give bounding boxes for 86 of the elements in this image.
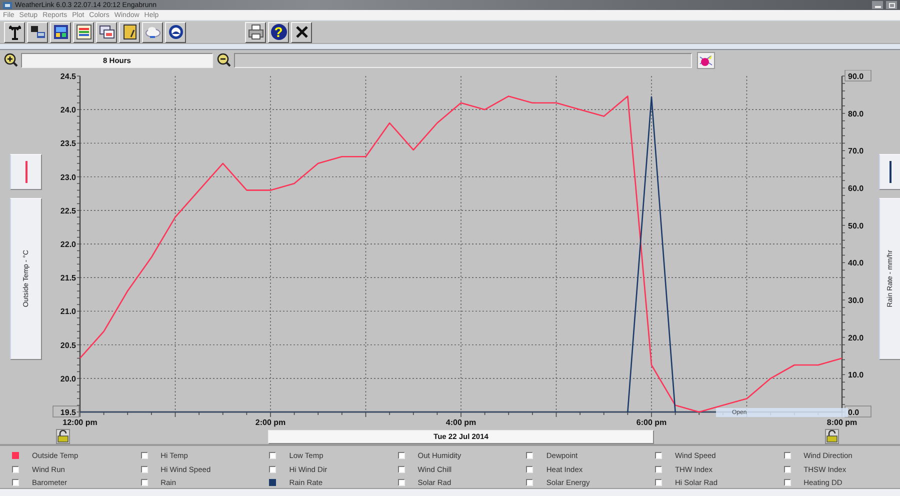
series-checkbox[interactable]: [654, 452, 662, 460]
series-checkbox[interactable]: [12, 466, 19, 473]
axis-tick-label: 30.0: [848, 296, 864, 305]
axis-tick-label: 90.0: [848, 72, 864, 81]
axis-tick-label: 60.0: [848, 184, 864, 193]
axis-tick-label: 24.0: [60, 106, 76, 115]
axis-tick-label: 24.5: [60, 72, 76, 81]
line-sample-icon: [888, 161, 892, 183]
axis-tick-label: 80.0: [848, 109, 864, 118]
axis-tick-label: 21.0: [60, 307, 76, 316]
axis-tick-label: 8:00 pm: [826, 418, 858, 427]
series-checkbox[interactable]: [140, 479, 148, 486]
axis-tick-label: 2:00 pm: [255, 418, 286, 427]
axis-tick-label: 70.0: [848, 146, 864, 156]
series-checkbox[interactable]: [398, 452, 405, 460]
zoom-in-icon: [4, 53, 18, 67]
notes-button[interactable]: [119, 22, 140, 42]
series-checkbox[interactable]: [526, 452, 534, 460]
restore-button[interactable]: [886, 1, 897, 9]
screen-icon: [52, 24, 68, 40]
forecast-button[interactable]: [142, 22, 163, 42]
series-checkbox[interactable]: [654, 466, 662, 473]
series-checkbox[interactable]: [140, 466, 148, 473]
axis-tick-label: 20.5: [60, 340, 76, 350]
web-button[interactable]: [165, 22, 186, 42]
link-button[interactable]: [27, 22, 48, 42]
axis-tick-label: 12:00 pm: [62, 418, 98, 427]
lock-button[interactable]: [56, 429, 70, 444]
axis-tick-label: 40.0: [848, 258, 864, 268]
axis-tick-label: 50.0: [848, 221, 864, 230]
zoom-out-button[interactable]: [216, 52, 231, 68]
axis-tick-label: 0.0: [848, 408, 860, 417]
series-checkbox[interactable]: [526, 466, 534, 473]
chart-window-icon: [76, 24, 92, 40]
padlock-icon: [826, 430, 838, 443]
station-button[interactable]: [4, 22, 25, 42]
padlock-icon: [57, 430, 69, 443]
palette-icon: [699, 54, 713, 66]
series-checkbox[interactable]: [12, 452, 19, 460]
axis-tick-label: 22.5: [60, 206, 76, 216]
series-checkbox[interactable]: [398, 466, 405, 473]
axis-tick-label: 20.0: [60, 374, 76, 384]
windows-button[interactable]: [96, 22, 117, 42]
windows-icon: [98, 24, 114, 40]
series-checkbox[interactable]: [140, 452, 148, 460]
restore-icon: [888, 2, 894, 8]
axis-tick-label: 20.0: [848, 333, 864, 342]
axis-tick-label: 10.0: [848, 370, 864, 380]
zoom-in-button[interactable]: [3, 52, 18, 68]
notepad-icon: [122, 24, 138, 40]
app-icon: [3, 2, 12, 8]
series-checkbox[interactable]: [398, 479, 405, 486]
cloud-icon: [144, 24, 160, 40]
series-checkbox[interactable]: [784, 452, 791, 460]
axis-tick-label: 23.0: [60, 172, 76, 182]
axis-tick-label: 22.0: [60, 240, 76, 249]
lock-button[interactable]: [825, 429, 839, 444]
series-checkbox[interactable]: [12, 479, 19, 486]
color-button[interactable]: [697, 52, 715, 68]
series-checkbox[interactable]: [654, 479, 662, 486]
globe-icon: [168, 24, 184, 40]
scroll-field[interactable]: [234, 52, 692, 68]
bulletin-button[interactable]: [50, 22, 71, 42]
computer-icon: [30, 24, 46, 40]
minimize-button[interactable]: [872, 1, 883, 9]
series-style-button[interactable]: [879, 154, 900, 190]
series-checkbox[interactable]: [784, 466, 791, 473]
axis-tick-label: 23.5: [60, 139, 76, 148]
series-checkbox[interactable]: [784, 479, 791, 486]
printer-icon: [248, 24, 264, 40]
axis-tick-label: 4:00 pm: [446, 418, 476, 427]
line-sample-icon: [24, 161, 28, 183]
axis-tick-label: 21.5: [60, 274, 76, 283]
close-button[interactable]: [291, 22, 312, 42]
antenna-icon: [6, 24, 22, 40]
summary-button[interactable]: [73, 22, 94, 42]
close-icon: [294, 25, 308, 39]
zoom-out-icon: [216, 53, 230, 67]
axis-tick-label: 6:00 pm: [636, 418, 667, 427]
series-checkbox[interactable]: [269, 479, 276, 486]
print-button[interactable]: [245, 22, 266, 42]
series-checkbox[interactable]: [269, 466, 276, 473]
help-button[interactable]: ?: [268, 22, 289, 42]
series-checkbox[interactable]: [526, 479, 534, 486]
series-checkbox[interactable]: [269, 452, 276, 460]
axis-tick-label: 19.5: [60, 408, 76, 417]
